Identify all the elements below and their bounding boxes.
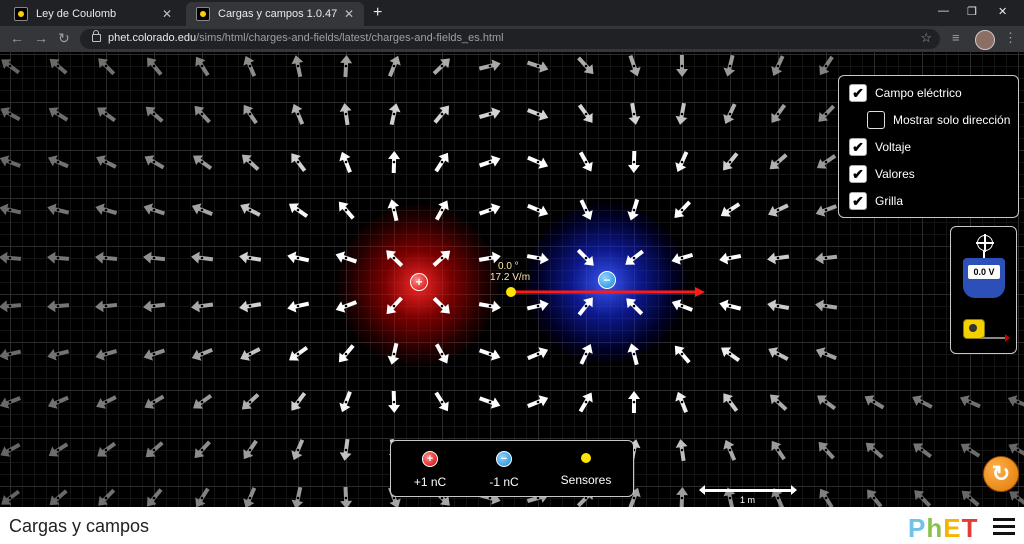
scale-label: 1 m — [740, 495, 755, 505]
measuring-tape-end — [1005, 334, 1010, 342]
bookmark-star-icon[interactable]: ☆ — [920, 30, 932, 46]
charges-toolbox: + +1 nC − -1 nC Sensores — [390, 440, 634, 497]
grid-checkbox[interactable]: ✔ — [849, 192, 867, 210]
minimize-icon[interactable]: — — [938, 5, 949, 17]
tab-coulomb[interactable]: Ley de Coulomb ✕ — [4, 2, 182, 26]
minus-charge-icon: − — [496, 451, 512, 467]
values-label: Valores — [875, 167, 915, 181]
sensors-label: Sensores — [551, 473, 621, 487]
sensors-source[interactable]: Sensores — [551, 451, 621, 487]
sensor-magnitude-readout: 17.2 V/m — [490, 272, 530, 283]
close-icon[interactable]: ✕ — [160, 7, 174, 21]
measuring-tape-icon[interactable] — [963, 319, 985, 339]
e-field-sensor[interactable] — [506, 287, 516, 297]
close-icon[interactable]: ✕ — [342, 7, 356, 21]
measuring-tape-line — [981, 337, 1007, 339]
plus-charge-icon: + — [422, 451, 438, 467]
tab-charges-fields[interactable]: Cargas y campos 1.0.47 ✕ — [186, 2, 364, 26]
positive-charge-label: +1 nC — [395, 475, 465, 489]
new-tab-icon[interactable]: + — [373, 4, 382, 22]
address-bar[interactable]: phet.colorado.edu/sims/html/charges-and-… — [80, 29, 940, 49]
electric-field-checkbox[interactable]: ✔ — [849, 84, 867, 102]
sim-title: Cargas y campos — [9, 516, 149, 537]
phet-logo-icon[interactable]: PhET — [908, 513, 978, 544]
positive-charge-source[interactable]: + +1 nC — [395, 451, 465, 489]
negative-charge-source[interactable]: − -1 nC — [469, 451, 539, 489]
sensor-icon — [581, 453, 591, 463]
voltage-label: Voltaje — [875, 140, 911, 154]
hamburger-menu-icon[interactable] — [993, 518, 1015, 536]
forward-icon[interactable]: → — [34, 30, 48, 46]
grid-label: Grilla — [875, 194, 903, 208]
electric-field-label: Campo eléctrico — [875, 86, 962, 100]
tools-panel: 0.0 V — [950, 226, 1017, 354]
url-text: phet.colorado.edu/sims/html/charges-and-… — [108, 32, 504, 44]
scale-bar — [701, 489, 795, 492]
back-icon[interactable]: ← — [10, 30, 24, 46]
reload-icon[interactable]: ↻ — [58, 30, 70, 47]
phet-favicon-icon — [14, 7, 28, 21]
tab-title: Cargas y campos 1.0.47 — [218, 8, 342, 20]
avatar[interactable] — [975, 30, 995, 50]
close-window-icon[interactable]: ✕ — [998, 5, 1007, 18]
direction-only-checkbox[interactable] — [867, 111, 885, 129]
visibility-controls-panel: ✔ Campo eléctrico Mostrar solo dirección… — [838, 75, 1019, 218]
kebab-menu-icon[interactable]: ⋮ — [1004, 30, 1017, 46]
browser-toolbar: ← → ↻ phet.colorado.edu/sims/html/charge… — [0, 26, 1024, 52]
tab-title: Ley de Coulomb — [36, 8, 160, 20]
values-checkbox[interactable]: ✔ — [849, 165, 867, 183]
sensor-angle-readout: 0.0 ° — [498, 261, 519, 272]
browser-tab-strip: Ley de Coulomb ✕ Cargas y campos 1.0.47 … — [0, 0, 1024, 26]
direction-only-label: Mostrar solo dirección — [893, 113, 1010, 127]
navigation-bar: Cargas y campos PhET — [0, 507, 1024, 543]
lock-icon — [92, 34, 101, 42]
voltmeter-reading: 0.0 V — [968, 265, 1000, 279]
restore-icon[interactable]: ❐ — [967, 5, 977, 18]
voltage-checkbox[interactable]: ✔ — [849, 138, 867, 156]
media-control-icon[interactable]: ≡ — [952, 30, 960, 45]
negative-charge-label: -1 nC — [469, 475, 539, 489]
phet-favicon-icon — [196, 7, 210, 21]
equipotential-voltmeter[interactable]: 0.0 V — [963, 258, 1005, 298]
reset-all-button[interactable]: ↻ — [983, 456, 1019, 492]
crosshair-icon[interactable] — [977, 235, 993, 251]
